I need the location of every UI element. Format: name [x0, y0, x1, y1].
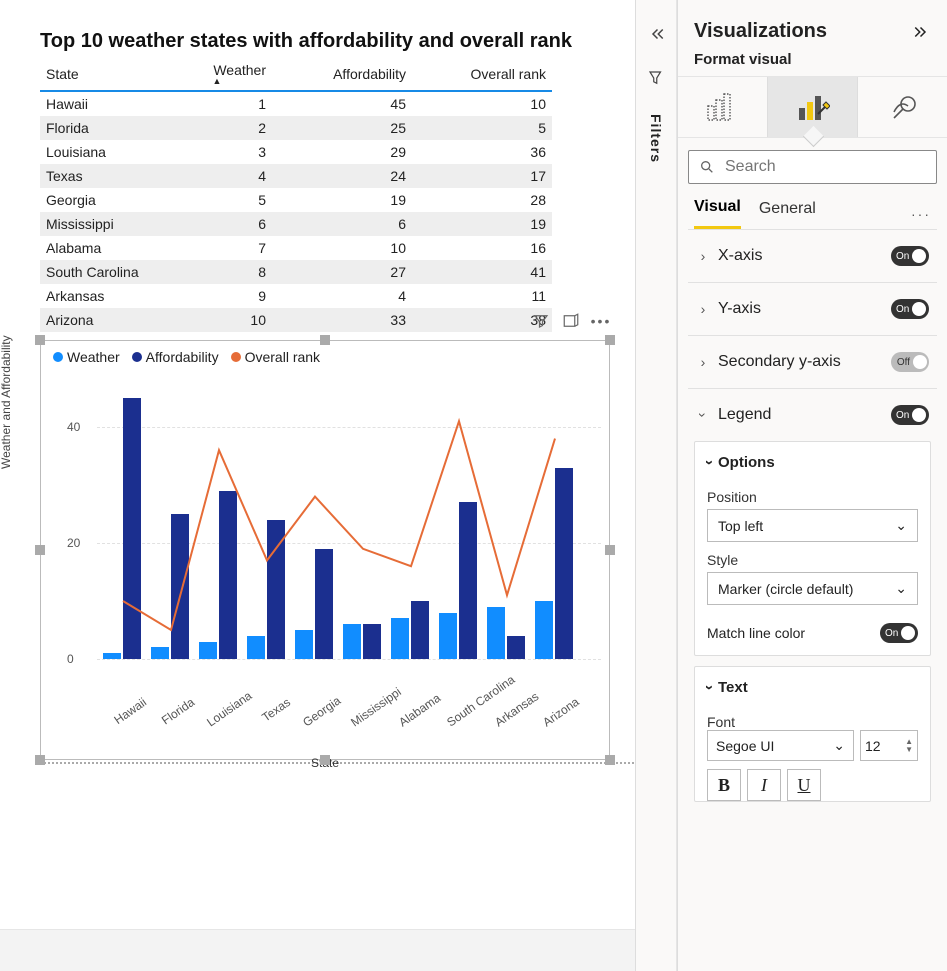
resize-handle[interactable]	[35, 335, 45, 345]
pane-title: Visualizations	[694, 20, 827, 43]
chevron-right-icon: ›	[696, 354, 710, 370]
table-row[interactable]: Mississippi6619	[40, 212, 552, 236]
chevron-down-icon: ⌄	[833, 737, 845, 754]
col-overall[interactable]: Overall rank	[412, 58, 552, 91]
y-axis-title: Weather and Affordability	[0, 335, 13, 469]
tab-visual[interactable]: Visual	[694, 198, 741, 229]
plot-area: 02040	[97, 369, 601, 659]
format-tab-row	[678, 76, 947, 138]
chart-legend: Weather Affordability Overall rank	[41, 341, 609, 369]
expand-pane-icon[interactable]	[913, 23, 931, 41]
table-title: Top 10 weather states with affordability…	[40, 30, 615, 53]
group-xaxis[interactable]: › X-axis On	[690, 230, 935, 282]
resize-handle[interactable]	[320, 755, 330, 765]
expand-filters-icon[interactable]	[644, 22, 668, 46]
tab-general[interactable]: General	[759, 200, 816, 228]
chart-area[interactable]: Weather Affordability Overall rank Weath…	[40, 340, 610, 760]
table-row[interactable]: South Carolina82741	[40, 260, 552, 284]
toggle-match-line-color[interactable]: On	[880, 623, 918, 643]
chevron-down-icon: ›	[695, 408, 711, 422]
visualizations-pane: Visualizations Format visual Visual Gene…	[677, 0, 947, 971]
table-row[interactable]: Georgia51928	[40, 188, 552, 212]
legend-text-card: ›Text Font Segoe UI⌄ 12▲▼ B I U	[694, 666, 931, 802]
x-axis-labels: HawaiiFloridaLouisianaTexasGeorgiaMissis…	[97, 689, 609, 744]
search-input[interactable]	[723, 157, 934, 177]
group-yaxis[interactable]: › Y-axis On	[690, 283, 935, 335]
report-canvas: Top 10 weather states with affordability…	[0, 0, 635, 971]
table-row[interactable]: Arizona103338	[40, 308, 552, 332]
bold-button[interactable]: B	[707, 769, 741, 801]
filter-icon[interactable]	[532, 312, 550, 330]
legend-options-card: ›Options Position Top left⌄ Style Marker…	[694, 441, 931, 656]
table-row[interactable]: Alabama71016	[40, 236, 552, 260]
group-secondary-yaxis[interactable]: › Secondary y-axis Off	[690, 336, 935, 388]
format-more-icon[interactable]: ···	[911, 206, 931, 222]
match-line-color-label: Match line color	[707, 625, 805, 641]
legend-item-overall[interactable]: Overall rank	[231, 349, 320, 365]
chevron-down-icon: ›	[701, 460, 718, 465]
font-size-spinner[interactable]: 12▲▼	[860, 730, 918, 761]
table-row[interactable]: Texas42417	[40, 164, 552, 188]
chevron-right-icon: ›	[696, 248, 710, 264]
toggle-xaxis[interactable]: On	[891, 246, 929, 266]
resize-handle[interactable]	[320, 335, 330, 345]
col-weather[interactable]: Weather▲	[162, 58, 272, 91]
search-icon	[699, 159, 715, 175]
toggle-secondary-yaxis[interactable]: Off	[891, 352, 929, 372]
pane-subtitle: Format visual	[678, 51, 947, 76]
table-row[interactable]: Hawaii14510	[40, 91, 552, 116]
page-footer	[0, 929, 635, 971]
toggle-legend[interactable]: On	[891, 405, 929, 425]
style-label: Style	[695, 552, 930, 568]
bookmark-icon[interactable]	[644, 66, 668, 90]
build-visual-tab[interactable]	[678, 77, 768, 137]
visual-header-toolbar: •••	[532, 312, 610, 330]
resize-handle[interactable]	[605, 335, 615, 345]
resize-handle[interactable]	[35, 755, 45, 765]
chevron-down-icon: ⌄	[895, 580, 907, 597]
chevron-right-icon: ›	[696, 301, 710, 317]
filters-pane-collapsed: Filters	[635, 0, 677, 971]
filters-label[interactable]: Filters	[648, 114, 664, 163]
style-dropdown[interactable]: Marker (circle default)⌄	[707, 572, 918, 605]
toggle-yaxis[interactable]: On	[891, 299, 929, 319]
position-dropdown[interactable]: Top left⌄	[707, 509, 918, 542]
font-label: Font	[695, 714, 930, 730]
more-options-icon[interactable]: •••	[592, 312, 610, 330]
table-row[interactable]: Louisiana32936	[40, 140, 552, 164]
format-search[interactable]	[688, 150, 937, 184]
analytics-tab[interactable]	[858, 77, 947, 137]
col-affordability[interactable]: Affordability	[272, 58, 412, 91]
resize-handle[interactable]	[605, 545, 615, 555]
chevron-down-icon: ⌄	[895, 517, 907, 534]
position-label: Position	[695, 489, 930, 505]
col-state[interactable]: State	[40, 58, 162, 91]
chevron-down-icon: ›	[701, 685, 718, 690]
underline-button[interactable]: U	[787, 769, 821, 801]
resize-handle[interactable]	[35, 545, 45, 555]
options-header[interactable]: ›Options	[695, 442, 930, 483]
text-header[interactable]: ›Text	[695, 667, 930, 708]
group-legend[interactable]: › Legend On	[690, 389, 935, 441]
resize-handle[interactable]	[605, 755, 615, 765]
data-table: State Weather▲ Affordability Overall ran…	[40, 58, 552, 332]
legend-item-affordability[interactable]: Affordability	[132, 349, 219, 365]
table-row[interactable]: Florida2255	[40, 116, 552, 140]
chart-visual-container[interactable]: ••• Weather Affordability Overall rank W…	[40, 340, 610, 760]
format-visual-tab[interactable]	[768, 77, 858, 137]
table-row[interactable]: Arkansas9411	[40, 284, 552, 308]
legend-item-weather[interactable]: Weather	[53, 349, 120, 365]
italic-button[interactable]: I	[747, 769, 781, 801]
font-family-dropdown[interactable]: Segoe UI⌄	[707, 730, 854, 761]
focus-mode-icon[interactable]	[562, 312, 580, 330]
spin-down-icon[interactable]: ▼	[905, 746, 913, 754]
